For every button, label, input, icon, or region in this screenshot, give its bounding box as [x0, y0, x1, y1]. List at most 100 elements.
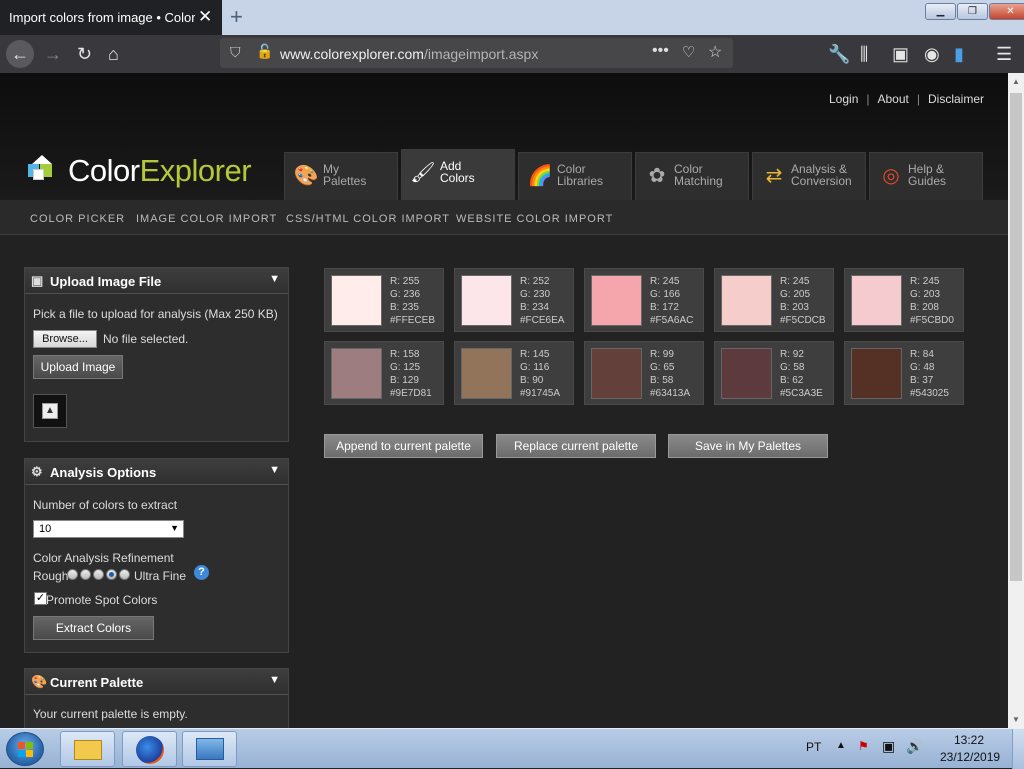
show-desktop-button[interactable]: [1012, 729, 1024, 769]
refinement-label: Color Analysis Refinement: [33, 551, 174, 565]
color-swatch[interactable]: [851, 348, 902, 399]
color-swatch-card[interactable]: R: 252 G: 230 B: 234 #FCE6EA: [454, 268, 574, 332]
tab-my-palettes[interactable]: 🎨 My Palettes: [284, 152, 398, 200]
color-swatch-card[interactable]: R: 245 G: 203 B: 208 #F5CBD0: [844, 268, 964, 332]
color-value-b: B: 235: [390, 302, 419, 313]
color-swatch[interactable]: [851, 275, 902, 326]
show-hidden-icons[interactable]: ▲: [836, 740, 846, 751]
help-icon[interactable]: ?: [194, 565, 209, 580]
clock-time[interactable]: 13:22: [954, 733, 984, 747]
shield-icon[interactable]: ⛉: [230, 44, 241, 61]
back-icon[interactable]: ←: [6, 40, 34, 68]
image-viewer-taskbar-button[interactable]: [182, 731, 237, 767]
tab-color-libraries[interactable]: 🌈 Color Libraries: [518, 152, 632, 200]
tab-add-colors[interactable]: 🖌 Add Colors: [401, 149, 515, 200]
color-value-r: R: 158: [390, 349, 420, 360]
tab-help-guides[interactable]: ◎ Help & Guides: [869, 152, 983, 200]
volume-icon[interactable]: 🔊: [906, 738, 923, 755]
pocket-icon[interactable]: ♡: [682, 43, 695, 61]
maximize-button[interactable]: ❐: [957, 3, 988, 20]
analysis-panel-header[interactable]: ⚙ Analysis Options ▼: [25, 459, 288, 485]
start-button[interactable]: [6, 732, 44, 766]
firefox-taskbar-button[interactable]: [122, 731, 177, 767]
home-icon[interactable]: ⌂: [108, 44, 119, 64]
scroll-up-icon[interactable]: ▲: [1012, 77, 1020, 86]
picture-icon: [196, 738, 224, 760]
bookmark-star-icon[interactable]: ☆: [708, 42, 722, 62]
forward-icon[interactable]: →: [44, 44, 62, 64]
collapse-triangle-icon[interactable]: ▼: [269, 273, 280, 285]
replace-palette-button[interactable]: Replace current palette: [496, 434, 656, 458]
current-palette-header[interactable]: 🎨 Current Palette ▼: [25, 669, 288, 695]
color-swatch-card[interactable]: R: 145 G: 116 B: 90 #91745A: [454, 341, 574, 405]
color-swatch-card[interactable]: R: 245 G: 166 B: 172 #F5A6AC: [584, 268, 704, 332]
browser-tab[interactable]: Import colors from image • Color Explore…: [0, 0, 222, 35]
palette-icon: 🎨: [293, 165, 319, 187]
insecure-lock-icon[interactable]: 🔓: [256, 43, 273, 60]
reload-icon[interactable]: ↻: [77, 44, 92, 64]
menu-icon[interactable]: ☰: [996, 44, 1012, 64]
color-swatch-card[interactable]: R: 84 G: 48 B: 37 #543025: [844, 341, 964, 405]
color-value-r: R: 245: [910, 276, 940, 287]
close-window-button[interactable]: ✕: [989, 3, 1024, 20]
page-actions-icon[interactable]: •••: [652, 42, 669, 60]
subnav-image-color-import[interactable]: IMAGE COLOR IMPORT: [136, 213, 277, 225]
color-swatch[interactable]: [721, 348, 772, 399]
color-swatch[interactable]: [331, 348, 382, 399]
scroll-down-icon[interactable]: ▼: [1012, 715, 1020, 724]
extract-colors-button[interactable]: Extract Colors: [33, 616, 154, 640]
num-colors-select[interactable]: 10 ▼: [33, 520, 184, 538]
color-swatch[interactable]: [591, 275, 642, 326]
color-swatch-card[interactable]: R: 99 G: 65 B: 58 #63413A: [584, 341, 704, 405]
refinement-radio[interactable]: [80, 569, 91, 580]
subnav-color-picker[interactable]: COLOR PICKER: [30, 213, 125, 225]
about-link[interactable]: About: [878, 92, 909, 106]
close-tab-icon[interactable]: ✕: [198, 7, 212, 27]
collapse-triangle-icon[interactable]: ▼: [269, 464, 280, 476]
language-indicator[interactable]: PT: [806, 740, 821, 754]
clock-date[interactable]: 23/12/2019: [940, 750, 1000, 764]
network-icon[interactable]: ▣: [882, 738, 895, 755]
minimize-button[interactable]: ▁: [925, 3, 956, 20]
url-bar[interactable]: ⛉ 🔓 www.colorexplorer.com/imageimport.as…: [220, 38, 733, 68]
color-swatch[interactable]: [331, 275, 382, 326]
browse-button[interactable]: Browse...: [33, 330, 97, 348]
tab-analysis-conversion[interactable]: ⇄ Analysis & Conversion: [752, 152, 866, 200]
refinement-radio[interactable]: [67, 569, 78, 580]
color-swatch-card[interactable]: R: 255 G: 236 B: 235 #FFECEB: [324, 268, 444, 332]
save-palette-button[interactable]: Save in My Palettes: [668, 434, 828, 458]
disclaimer-link[interactable]: Disclaimer: [928, 92, 984, 106]
subnav-website-color-import[interactable]: WEBSITE COLOR IMPORT: [456, 213, 613, 225]
refinement-radio[interactable]: [106, 569, 117, 580]
color-swatch-card[interactable]: R: 158 G: 125 B: 129 #9E7D81: [324, 341, 444, 405]
account-icon[interactable]: ◉: [924, 44, 940, 64]
color-swatch[interactable]: [461, 348, 512, 399]
color-swatch[interactable]: [591, 348, 642, 399]
collapse-triangle-icon[interactable]: ▼: [269, 674, 280, 686]
convert-icon: ⇄: [765, 165, 783, 187]
scroll-thumb[interactable]: [1010, 93, 1022, 581]
new-tab-icon[interactable]: +: [230, 4, 243, 30]
wrench-icon[interactable]: 🔧: [828, 44, 850, 64]
upload-panel-header[interactable]: ▣ Upload Image File ▼: [25, 268, 288, 294]
tab-color-matching[interactable]: ✿ Color Matching: [635, 152, 749, 200]
refinement-radio[interactable]: [119, 569, 130, 580]
refinement-radio[interactable]: [93, 569, 104, 580]
color-swatch[interactable]: [721, 275, 772, 326]
color-swatch-card[interactable]: R: 245 G: 205 B: 203 #F5CDCB: [714, 268, 834, 332]
image-icon: ▣: [31, 273, 44, 288]
url-text[interactable]: www.colorexplorer.com/imageimport.aspx: [280, 46, 538, 62]
login-link[interactable]: Login: [829, 92, 858, 106]
extension-icon[interactable]: ▮: [954, 44, 964, 64]
color-swatch[interactable]: [461, 275, 512, 326]
subnav-css-html-color-import[interactable]: CSS/HTML COLOR IMPORT: [286, 213, 450, 225]
library-icon[interactable]: ⫼: [860, 44, 868, 64]
color-swatch-card[interactable]: R: 92 G: 58 B: 62 #5C3A3E: [714, 341, 834, 405]
action-center-icon[interactable]: ⚑: [858, 739, 869, 753]
sidebar-icon[interactable]: ▣: [892, 44, 909, 64]
upload-image-button[interactable]: Upload Image: [33, 355, 123, 379]
explorer-taskbar-button[interactable]: [60, 731, 115, 767]
page-scrollbar[interactable]: ▲ ▼: [1008, 73, 1024, 728]
palette-icon: 🎨: [31, 674, 48, 689]
append-palette-button[interactable]: Append to current palette: [324, 434, 483, 458]
